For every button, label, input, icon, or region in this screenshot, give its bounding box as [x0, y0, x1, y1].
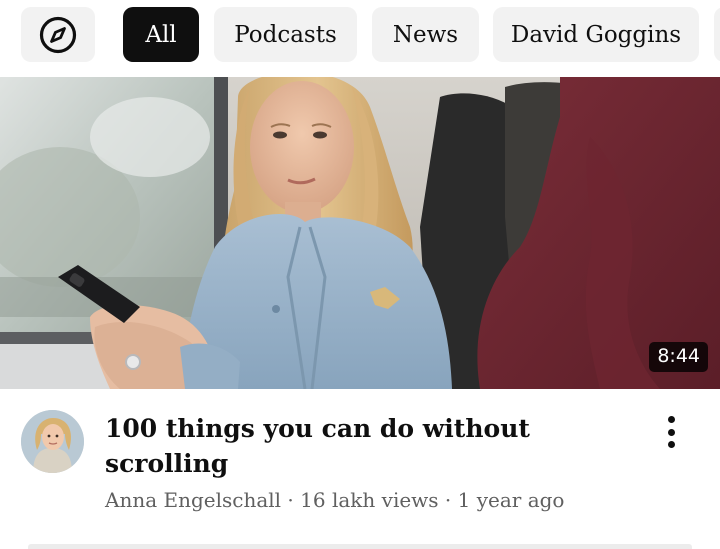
explore-button[interactable]: [21, 7, 95, 62]
view-count: 16 lakh views: [300, 488, 439, 512]
video-thumbnail[interactable]: 8:44: [0, 77, 720, 389]
channel-avatar[interactable]: [21, 410, 84, 473]
more-vert-icon-dot: [667, 441, 675, 448]
video-title[interactable]: 100 things you can do without scrolling: [105, 411, 625, 481]
more-vert-icon-dot: [667, 416, 675, 423]
compass-icon: [39, 16, 77, 53]
meta-separator: ·: [281, 488, 301, 512]
chip-next-partial[interactable]: [714, 7, 720, 62]
more-vert-icon-dot: [667, 428, 675, 436]
next-video-card-edge: [28, 544, 692, 549]
thumbnail-image: [0, 77, 720, 389]
video-metadata: Anna Engelschall · 16 lakh views · 1 yea…: [105, 488, 665, 512]
filter-chip-bar: All Podcasts News David Goggins: [0, 0, 720, 77]
chip-david-goggins[interactable]: David Goggins: [493, 7, 699, 62]
chip-podcasts[interactable]: Podcasts: [214, 7, 357, 62]
chip-all[interactable]: All: [123, 7, 199, 62]
chip-news[interactable]: News: [372, 7, 479, 62]
upload-age: 1 year ago: [457, 488, 565, 512]
avatar-image: [21, 410, 84, 473]
channel-name[interactable]: Anna Engelschall: [105, 488, 281, 512]
more-options-button[interactable]: [656, 414, 686, 450]
meta-separator: ·: [438, 488, 458, 512]
video-duration-badge: 8:44: [649, 342, 708, 372]
